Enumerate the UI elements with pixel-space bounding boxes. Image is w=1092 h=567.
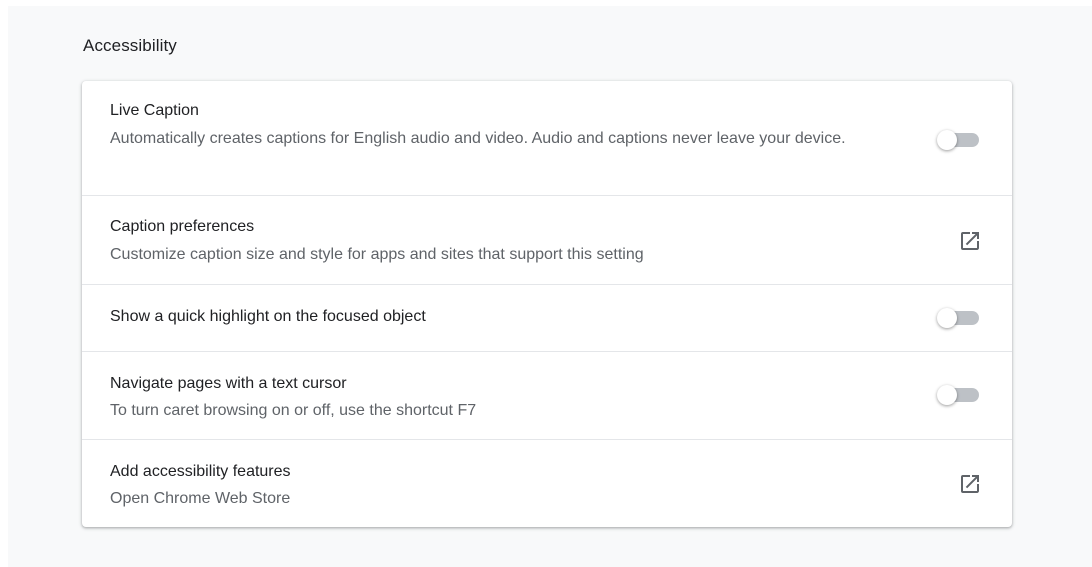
- setting-row-live-caption[interactable]: Live Caption Automatically creates capti…: [82, 81, 1012, 195]
- setting-label: Caption preferences: [110, 218, 255, 235]
- setting-sublabel: Open Chrome Web Store: [110, 490, 291, 507]
- toggle-knob: [937, 308, 957, 328]
- toggle-knob: [937, 130, 957, 150]
- setting-row-caret-browsing[interactable]: Navigate pages with a text cursor To tur…: [82, 351, 1012, 439]
- live-caption-toggle[interactable]: [937, 130, 981, 150]
- toggle-knob: [937, 385, 957, 405]
- caret-browsing-toggle[interactable]: [937, 385, 981, 405]
- section-title: Accessibility: [83, 36, 177, 55]
- setting-label: Live Caption: [110, 102, 199, 119]
- accessibility-card: Live Caption Automatically creates capti…: [82, 81, 1012, 527]
- settings-page: Accessibility Live Caption Automatically…: [8, 6, 1092, 567]
- setting-label: Add accessibility features: [110, 463, 291, 480]
- focus-highlight-toggle[interactable]: [937, 308, 981, 328]
- external-link-icon[interactable]: [958, 229, 982, 253]
- setting-row-focus-highlight[interactable]: Show a quick highlight on the focused ob…: [82, 284, 1012, 351]
- setting-sublabel: Automatically creates captions for Engli…: [110, 130, 846, 147]
- setting-row-caption-preferences[interactable]: Caption preferences Customize caption si…: [82, 195, 1012, 284]
- setting-sublabel: Customize caption size and style for app…: [110, 246, 644, 263]
- setting-row-add-accessibility-features[interactable]: Add accessibility features Open Chrome W…: [82, 439, 1012, 527]
- external-link-icon[interactable]: [958, 472, 982, 496]
- setting-sublabel: To turn caret browsing on or off, use th…: [110, 402, 477, 419]
- setting-label: Navigate pages with a text cursor: [110, 375, 347, 392]
- setting-label: Show a quick highlight on the focused ob…: [110, 308, 426, 325]
